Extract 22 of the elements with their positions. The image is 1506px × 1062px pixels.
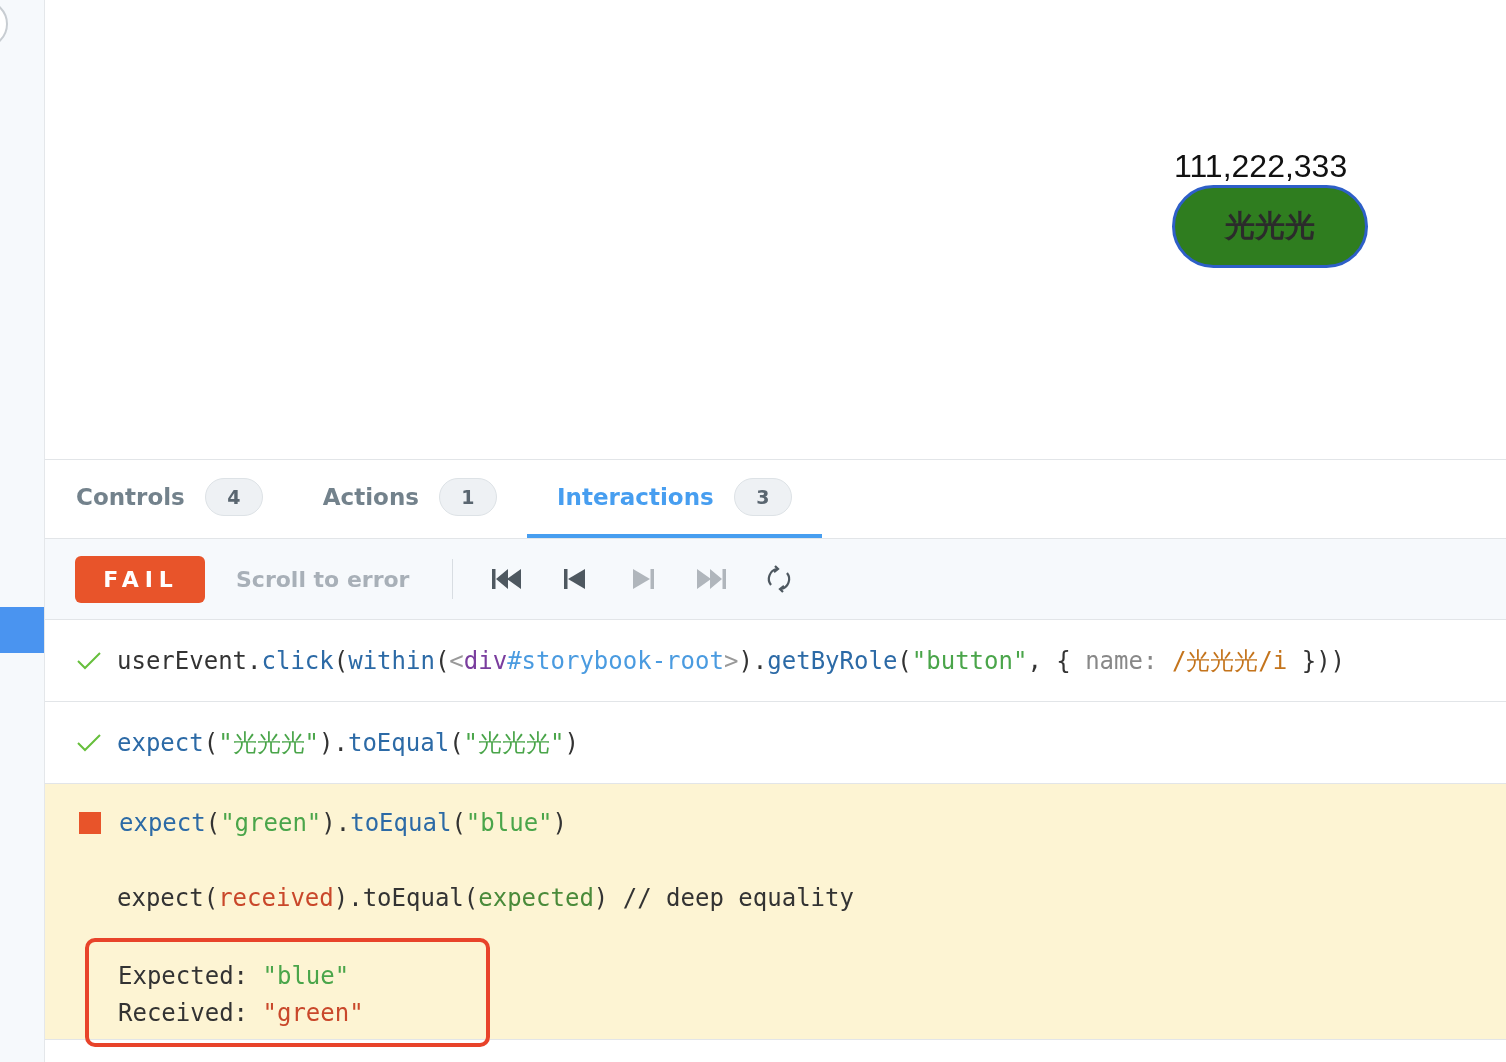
count-badge: 3 [733, 478, 792, 516]
count-badge: 1 [438, 478, 497, 516]
step-code[interactable]: userEvent.click(within(<div#storybook-root>).getByRole("button", { name: /光光光/i })) [117, 644, 1346, 677]
status-button[interactable]: FAIL [75, 555, 205, 603]
count-badge: 4 [204, 478, 263, 516]
sidebar-item[interactable] [0, 607, 44, 653]
error-message: expect(received).toEqual(expected) // deep equality [117, 883, 855, 914]
check-icon [77, 733, 101, 752]
check-icon [77, 651, 101, 670]
diff-line: Received: "green" [118, 998, 365, 1029]
counter-text: 111,222,333 [1174, 147, 1348, 185]
skip-to-end-icon [696, 568, 727, 590]
step-forward-icon [632, 568, 655, 590]
preview-button[interactable]: 光光光 [1172, 185, 1368, 268]
tab[interactable]: Controls 4 [45, 460, 293, 538]
diff-line: Expected: "blue" [118, 961, 351, 992]
step-back-icon [564, 568, 587, 590]
skip-to-start-icon [492, 568, 523, 590]
tab[interactable]: Actions 1 [292, 460, 527, 538]
step-code[interactable]: expect("green").toEqual("blue") [119, 809, 567, 837]
fail-square-icon [79, 812, 101, 834]
step-code[interactable]: expect("光光光").toEqual("光光光") [117, 726, 579, 759]
